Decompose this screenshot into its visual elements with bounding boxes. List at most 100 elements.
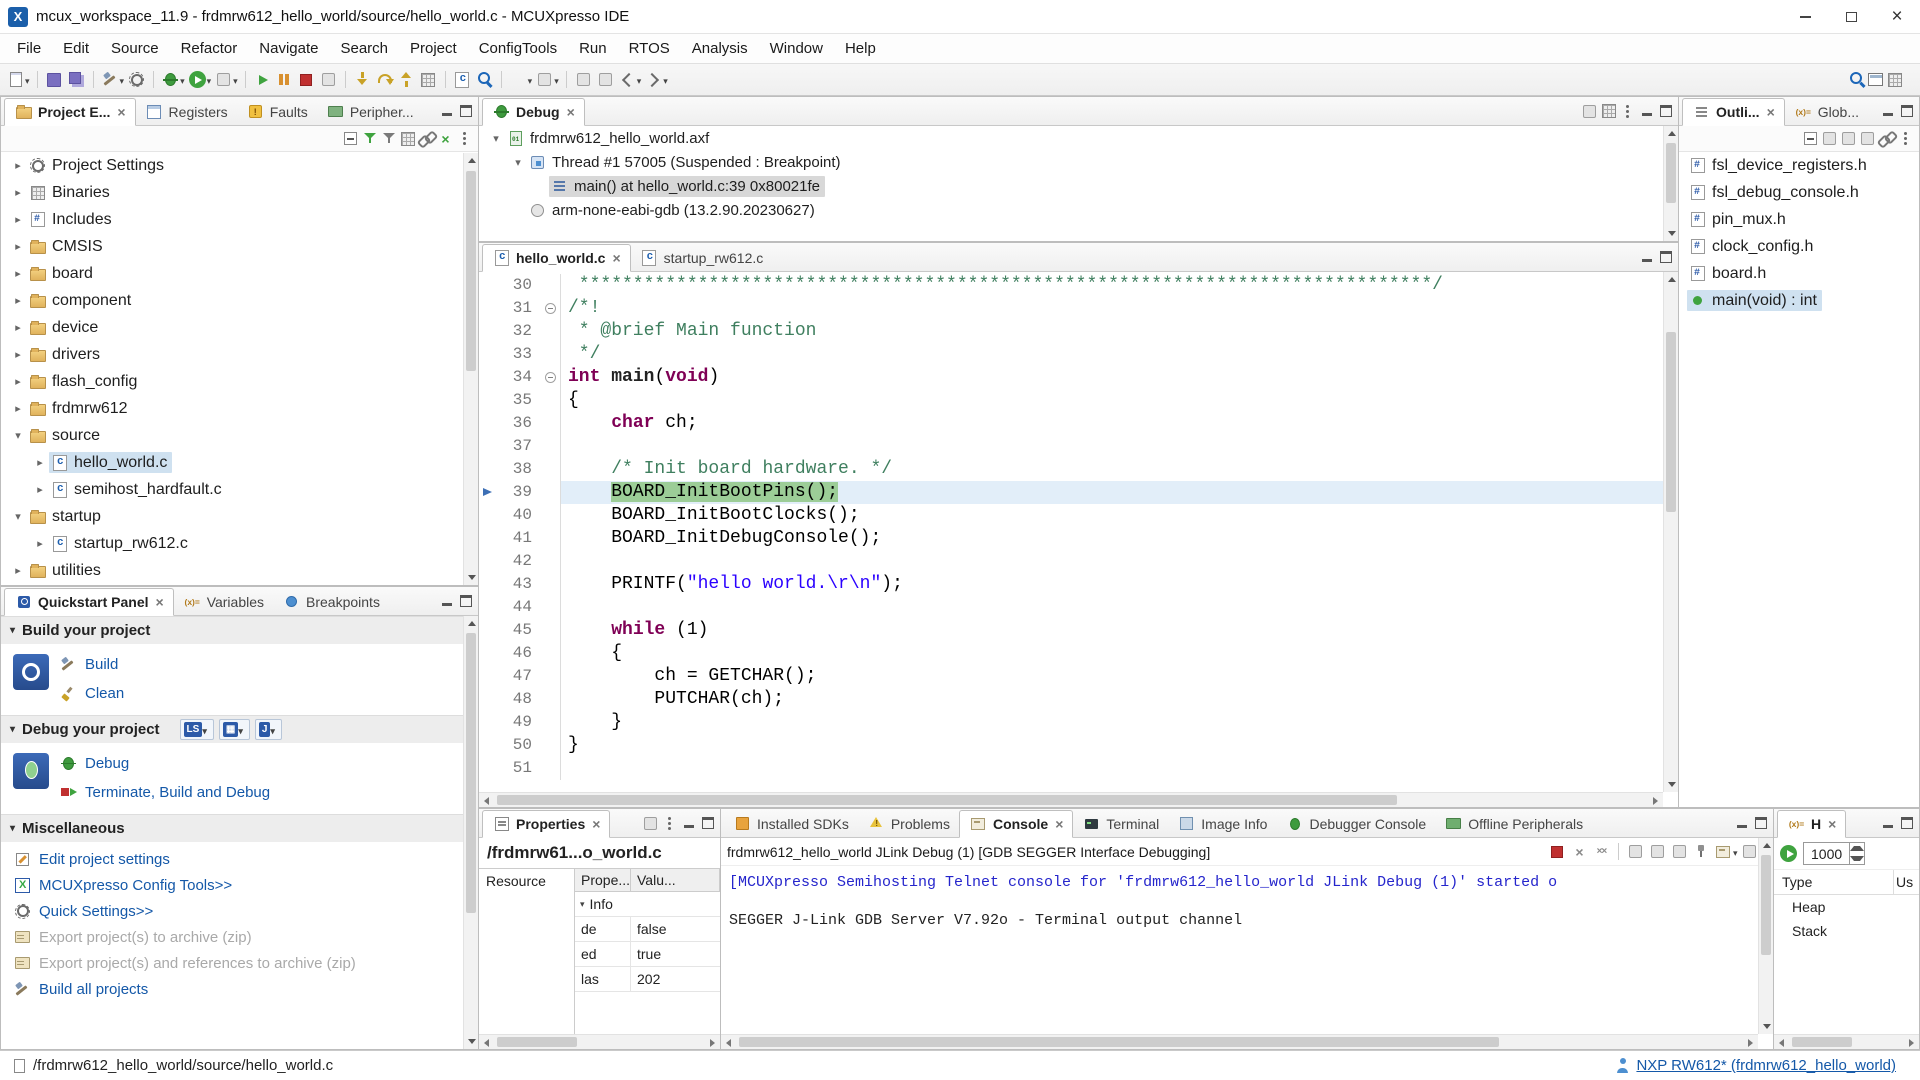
menu-item[interactable]: Analysis [681,34,759,64]
editor-tab[interactable]: hello_world.c × [482,244,631,272]
dropdown-arrow-icon[interactable]: ▾ [180,76,185,87]
view-tab[interactable]: Breakpoints × [273,588,389,616]
editor-tab[interactable]: startup_rw612.c × [631,244,773,272]
scroll-down-icon[interactable] [468,575,476,580]
section-build-header[interactable]: ▾ Build your project [1,616,478,644]
code-line[interactable]: 30 *************************************… [479,274,1678,297]
forward[interactable] [644,70,663,89]
fold-margin[interactable] [541,504,561,527]
window-minimize-button[interactable] [1782,0,1828,34]
minimize-view[interactable] [1878,814,1897,833]
breakpoint-margin[interactable] [479,389,497,412]
minimize-view[interactable] [437,592,456,611]
section-debug-header[interactable]: ▾ Debug your project LS ▾ ▦ ▾ J ▾ [1,715,478,743]
breakpoint-margin[interactable] [479,527,497,550]
dropdown-arrow-icon[interactable]: ▾ [663,76,668,87]
view-tab[interactable]: Image Info × [1168,810,1276,838]
view-tab[interactable]: Installed SDKs × [724,810,858,838]
tree-item[interactable]: ▸ board [1,260,478,287]
expand-arrow-icon[interactable]: ▸ [9,564,27,577]
fold-margin[interactable] [541,389,561,412]
code-line[interactable]: 37 [479,435,1678,458]
console-output[interactable]: [MCUXpresso Semihosting Telnet console f… [721,866,1773,937]
step-return[interactable] [397,70,416,89]
step-into[interactable] [353,70,372,89]
open-new-view[interactable] [641,814,660,833]
expand-arrow-icon[interactable]: ▾ [9,510,27,523]
view-tab[interactable]: Offline Peripherals × [1435,810,1592,838]
dropdown-arrow-icon[interactable]: ▾ [1733,848,1738,859]
collapse-icon[interactable]: ▾ [580,899,585,910]
maximize-view[interactable] [1897,814,1916,833]
column-type[interactable]: Type [1774,870,1893,894]
tree-item[interactable]: ▸ flash_config [1,368,478,395]
suspend[interactable] [275,70,294,89]
close-tab-icon[interactable]: × [592,816,600,832]
close-tab-icon[interactable]: × [1767,104,1775,120]
menu-item[interactable]: Source [100,34,170,64]
expand-arrow-icon[interactable]: ▸ [9,240,27,253]
fold-margin[interactable] [541,412,561,435]
step-over[interactable] [375,70,394,89]
link-with-editor[interactable] [417,129,436,148]
minimize-view[interactable] [679,814,698,833]
fold-margin[interactable] [541,619,561,642]
expand-arrow-icon[interactable]: ▸ [9,294,27,307]
open-element[interactable] [475,70,494,89]
debug-target-dropdown[interactable]: LS ▾ [180,719,214,740]
expand-arrow-icon[interactable]: ▸ [9,321,27,334]
console-horizontal-scrollbar[interactable] [721,1034,1758,1049]
console-vertical-scrollbar[interactable] [1758,838,1773,1034]
view-tab[interactable]: Faults × [237,98,317,126]
toggle-mark-occurrences[interactable] [574,70,593,89]
quickstart-link[interactable]: Terminate, Build and Debug [57,779,270,805]
column-property[interactable]: Prope... [575,869,631,891]
dropdown-arrow-icon[interactable]: ▾ [637,76,642,87]
fold-margin[interactable] [541,481,561,504]
quickstart-link[interactable]: Edit project settings [1,846,478,872]
section-misc-header[interactable]: ▾ Miscellaneous [1,814,478,842]
scroll-up-icon[interactable] [468,158,476,163]
minimize-view[interactable] [437,102,456,121]
code-line[interactable]: 39 BOARD_InitBootPins(); [479,481,1678,504]
scroll-down-icon[interactable] [1668,782,1676,787]
display-selected-console[interactable] [1714,842,1733,861]
expand-arrow-icon[interactable]: ▸ [9,402,27,415]
breakpoint-margin[interactable] [479,366,497,389]
stepper-down-icon[interactable] [1850,854,1864,865]
fold-margin[interactable] [541,274,561,297]
debug-tree-item[interactable]: main() at hello_world.c:39 0x80021fe [479,174,1678,198]
breakpoint-margin[interactable] [479,481,497,504]
menu-item[interactable]: Window [759,34,834,64]
pin-console[interactable] [1692,842,1711,861]
code-line[interactable]: 36 char ch; [479,412,1678,435]
filter-resources[interactable] [360,129,379,148]
close-tab-icon[interactable]: × [1828,816,1836,832]
view-tab[interactable]: Quickstart Panel × [4,588,174,616]
resume[interactable] [253,70,272,89]
view-tab[interactable]: Project E... × [4,98,136,126]
quickstart-link[interactable]: MCUXpresso Config Tools>> [1,872,478,898]
maximize-view[interactable] [1897,102,1916,121]
fold-margin[interactable] [541,665,561,688]
heap-row[interactable]: Stack [1774,919,1919,943]
fold-margin[interactable] [541,688,561,711]
tree-item[interactable]: ▸ hello_world.c [1,449,478,476]
fold-margin[interactable] [541,297,561,320]
fold-margin[interactable] [541,596,561,619]
debug-target-dropdown[interactable]: ▦ ▾ [219,719,250,740]
expand-arrow-icon[interactable]: ▸ [9,375,27,388]
debug-tree-item[interactable]: arm-none-eabi-gdb (13.2.90.20230627) [479,198,1678,222]
breakpoint-margin[interactable] [479,642,497,665]
dropdown-arrow-icon[interactable]: ▾ [554,76,559,87]
fold-margin[interactable] [541,734,561,757]
word-wrap[interactable] [1670,842,1689,861]
fold-margin[interactable] [541,573,561,596]
disconnect[interactable] [319,70,338,89]
view-tab[interactable]: Glob... × [1785,98,1868,126]
view-tab[interactable]: Terminal × [1073,810,1168,838]
maximize-view[interactable] [698,814,717,833]
code-line[interactable]: 47 ch = GETCHAR(); [479,665,1678,688]
build[interactable] [101,70,120,89]
view-tab[interactable]: Console × [959,810,1073,838]
